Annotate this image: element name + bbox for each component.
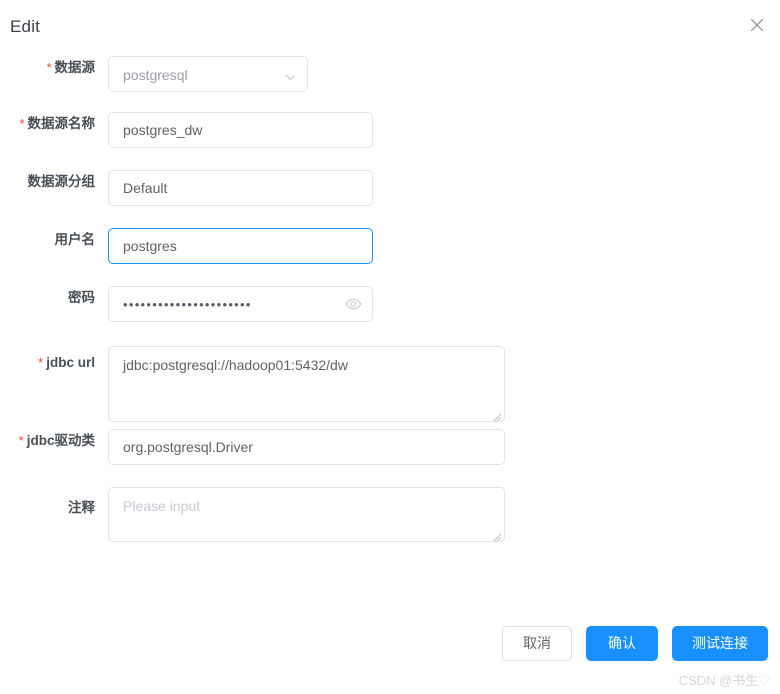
label-datasource-group: 数据源分组 xyxy=(27,174,96,189)
password-input[interactable] xyxy=(108,286,373,322)
form-row-password: 密码 xyxy=(0,286,780,346)
form-row-datasource-group: 数据源分组 xyxy=(0,170,780,228)
required-marker: * xyxy=(46,59,52,75)
test-connection-button[interactable]: 测试连接 xyxy=(672,626,768,661)
label-comment: 注释 xyxy=(68,500,95,515)
required-marker: * xyxy=(18,432,24,448)
datasource-group-input[interactable] xyxy=(108,170,373,206)
page-title: Edit xyxy=(10,17,41,36)
datasource-type-value: postgresql xyxy=(123,67,188,83)
jdbc-driver-input[interactable] xyxy=(108,429,505,465)
watermark: CSDN @书生♡ xyxy=(678,673,770,688)
label-jdbc-url: * jdbc url xyxy=(38,355,95,370)
comment-textarea[interactable] xyxy=(108,487,505,542)
dialog-header: Edit xyxy=(0,0,780,56)
required-marker: * xyxy=(19,115,25,131)
datasource-name-input[interactable] xyxy=(108,112,373,148)
close-icon[interactable] xyxy=(746,14,768,36)
form-row-jdbc-driver: * jdbc驱动类 xyxy=(0,429,780,487)
eye-icon[interactable] xyxy=(345,296,362,312)
label-datasource-name: * 数据源名称 xyxy=(19,115,95,131)
form-row-comment: 注释 xyxy=(0,487,780,562)
label-username: 用户名 xyxy=(54,232,96,247)
label-jdbc-driver: * jdbc驱动类 xyxy=(18,432,95,448)
username-input[interactable] xyxy=(108,228,373,264)
cancel-button[interactable]: 取消 xyxy=(502,626,572,661)
dialog-footer: 取消 确认 测试连接 CSDN @书生♡ xyxy=(0,620,780,694)
label-password: 密码 xyxy=(68,290,95,305)
datasource-type-select[interactable]: postgresql xyxy=(108,56,308,92)
chevron-down-icon xyxy=(285,70,296,81)
edit-datasource-dialog: Edit * 数据源 postgresql * 数据源名称 postgres_d… xyxy=(0,0,780,694)
required-marker: * xyxy=(38,355,44,370)
form-row-datasource-name: * 数据源名称 xyxy=(0,112,780,170)
form-row-username: 用户名 xyxy=(0,228,780,286)
jdbc-url-textarea[interactable] xyxy=(108,346,505,422)
form-row-datasource-type: * 数据源 postgresql xyxy=(0,56,780,112)
datasource-form: * 数据源 postgresql * 数据源名称 postgres_dw 数据源… xyxy=(0,56,780,562)
confirm-button[interactable]: 确认 xyxy=(586,626,658,661)
label-datasource-type: * 数据源 xyxy=(46,59,95,75)
form-row-jdbc-url: * jdbc url xyxy=(0,346,780,429)
